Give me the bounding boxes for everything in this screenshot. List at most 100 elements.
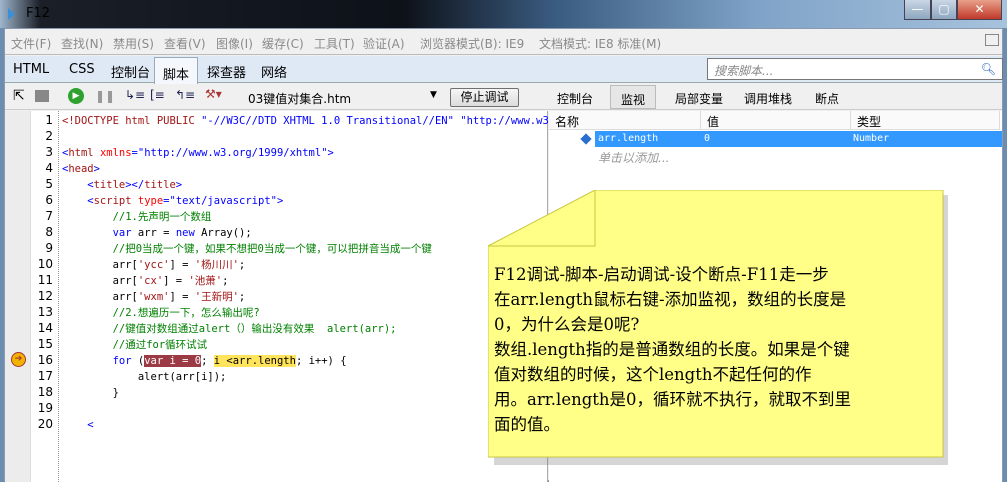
script-toolbar: ⇱ ▶ ❚❚ ↳≡ [≡ ↰≡ ⚒▾ 03键值对集合.htm ▼ 停止调试 控制… bbox=[5, 84, 1002, 110]
note-text: F12调试-脚本-启动调试-设个断点-F11走一步 在arr.length鼠标右… bbox=[494, 265, 852, 434]
line-number: 7 bbox=[45, 209, 53, 223]
select-element-icon[interactable]: ⇱ bbox=[13, 88, 25, 104]
code-token: script bbox=[93, 195, 138, 207]
menu-validate[interactable]: 验证(A) bbox=[363, 35, 405, 52]
code-token: ] = bbox=[169, 259, 195, 271]
breakpoint-gutter[interactable] bbox=[5, 111, 31, 482]
maximize-button[interactable]: ▢ bbox=[931, 0, 957, 20]
menu-disable[interactable]: 禁用(S) bbox=[113, 35, 154, 52]
tools-icon[interactable]: ⚒▾ bbox=[205, 87, 222, 101]
line-number: 19 bbox=[37, 401, 53, 415]
code-line: arr['cx'] = '池萧'; bbox=[62, 274, 229, 288]
tab-call-stack[interactable]: 调用堆栈 bbox=[744, 90, 792, 107]
menu-images[interactable]: 图像(I) bbox=[216, 35, 253, 52]
code-editor[interactable]: ➔ 1 <!DOCTYPE html PUBLIC "-//W3C//DTD XH… bbox=[5, 111, 574, 482]
dock-icon[interactable] bbox=[985, 34, 999, 46]
tab-html[interactable]: HTML bbox=[13, 62, 49, 77]
code-line: <script type="text/javascript"> bbox=[62, 194, 283, 208]
column-value[interactable]: 值 bbox=[701, 111, 851, 130]
chevron-down-icon[interactable]: ▼ bbox=[430, 90, 437, 100]
code-token: title bbox=[144, 179, 176, 191]
line-number: 16 bbox=[37, 353, 53, 367]
code-line: arr['wxm'] = '王新明'; bbox=[62, 290, 246, 304]
menu-tools[interactable]: 工具(T) bbox=[314, 35, 355, 52]
gutter-separator bbox=[58, 111, 59, 482]
minimize-button[interactable]: — bbox=[904, 0, 931, 20]
code-line: //键值对数组通过alert（）输出没有效果 alert(arr); bbox=[62, 322, 397, 336]
tab-watch-console[interactable]: 控制台 bbox=[557, 90, 593, 107]
search-icon[interactable]: 🔍︎ bbox=[981, 62, 996, 76]
menu-bar: 文件(F) 查找(N) 禁用(S) 查看(V) 图像(I) 缓存(C) 工具(T… bbox=[5, 29, 1002, 55]
app-icon bbox=[8, 8, 15, 20]
code-line: //2.想遍历一下，怎么输出呢? bbox=[62, 306, 260, 320]
tab-locals[interactable]: 局部变量 bbox=[675, 90, 723, 107]
code-token: ="http://www.w3.org/1999/xhtml"> bbox=[131, 147, 334, 159]
code-token: ; i++) { bbox=[295, 355, 347, 367]
code-token: for bbox=[112, 355, 132, 367]
search-script-input[interactable]: 搜索脚本... 🔍︎ bbox=[707, 58, 1003, 80]
tab-network[interactable]: 网络 bbox=[261, 62, 287, 81]
step-over-icon[interactable]: [≡ bbox=[150, 88, 165, 102]
line-number: 12 bbox=[37, 289, 53, 303]
tab-console[interactable]: 控制台 bbox=[111, 62, 150, 81]
tab-css[interactable]: CSS bbox=[69, 62, 95, 77]
code-token: ; bbox=[201, 355, 214, 367]
close-button[interactable]: ✕ bbox=[957, 0, 1002, 20]
menu-view[interactable]: 查看(V) bbox=[164, 35, 206, 52]
break-on-error-icon[interactable] bbox=[35, 90, 49, 102]
code-token: 'wxm' bbox=[137, 291, 170, 303]
line-number: 8 bbox=[45, 225, 53, 239]
code-token: Array(); bbox=[194, 227, 252, 239]
code-token: ></ bbox=[125, 179, 145, 191]
window-title: F12 bbox=[26, 6, 51, 21]
watch-item-icon bbox=[580, 133, 592, 145]
document-mode-menu[interactable]: 文档模式: IE8 标准(M) bbox=[539, 35, 661, 52]
code-token: ; bbox=[238, 291, 246, 303]
line-number: 2 bbox=[45, 129, 53, 143]
script-file-select[interactable]: 03键值对集合.htm bbox=[248, 90, 351, 107]
line-number: 20 bbox=[37, 417, 53, 431]
code-line: arr['ycc'] = '杨川川'; bbox=[62, 258, 246, 272]
code-token: //键值对数组通过alert（）输出没有效果 alert(arr); bbox=[62, 323, 397, 335]
code-token: i <arr.length bbox=[213, 355, 296, 367]
continue-icon[interactable]: ▶ bbox=[68, 88, 84, 104]
stop-debugging-button[interactable]: 停止调试 bbox=[450, 88, 519, 107]
line-number: 6 bbox=[45, 193, 53, 207]
code-token: '池萧' bbox=[188, 275, 223, 287]
code-token: ; bbox=[222, 275, 229, 287]
code-line: } bbox=[62, 386, 119, 400]
tab-profiler[interactable]: 探查器 bbox=[207, 62, 246, 81]
code-token: arr[ bbox=[62, 259, 138, 271]
code-token: //把0当成一个键，如果不想把0当成一个键，可以把拼音当成一个键 bbox=[62, 243, 432, 255]
code-token: arr[ bbox=[62, 275, 138, 287]
code-line: //把0当成一个键，如果不想把0当成一个键，可以把拼音当成一个键 bbox=[62, 242, 432, 256]
browser-mode-menu[interactable]: 浏览器模式(B): IE9 bbox=[420, 35, 524, 52]
column-name[interactable]: 名称 bbox=[549, 111, 701, 130]
column-type[interactable]: 类型 bbox=[851, 111, 1000, 130]
menu-file[interactable]: 文件(F) bbox=[11, 35, 51, 52]
pause-icon[interactable]: ❚❚ bbox=[95, 89, 115, 103]
code-token: var i = 0 bbox=[144, 355, 202, 367]
code-token: //通过for循环试试 bbox=[62, 339, 208, 351]
code-line: <head> bbox=[62, 162, 100, 176]
menu-cache[interactable]: 缓存(C) bbox=[262, 35, 304, 52]
line-number: 9 bbox=[45, 241, 53, 255]
code-line: <title></title> bbox=[62, 178, 182, 192]
annotation-note: F12调试-脚本-启动调试-设个断点-F11走一步 在arr.length鼠标右… bbox=[488, 190, 948, 465]
step-out-icon[interactable]: ↰≡ bbox=[175, 88, 195, 102]
line-number: 15 bbox=[37, 337, 53, 351]
code-line: //1.先声明一个数组 bbox=[62, 210, 212, 224]
line-number: 3 bbox=[45, 145, 53, 159]
code-token: '王新明' bbox=[194, 291, 239, 303]
tab-script[interactable]: 脚本 bbox=[154, 57, 199, 84]
tab-watch[interactable]: 监视 bbox=[610, 85, 657, 109]
code-token: ( bbox=[131, 355, 145, 367]
code-token: ; bbox=[238, 259, 246, 271]
step-into-icon[interactable]: ↳≡ bbox=[125, 88, 145, 102]
code-token: < bbox=[62, 179, 94, 191]
menu-find[interactable]: 查找(N) bbox=[61, 35, 103, 52]
tab-breakpoints[interactable]: 断点 bbox=[815, 90, 839, 107]
watch-row[interactable]: arr.length 0 Number bbox=[595, 131, 1002, 147]
add-watch-input[interactable]: 单击以添加... bbox=[598, 149, 669, 166]
